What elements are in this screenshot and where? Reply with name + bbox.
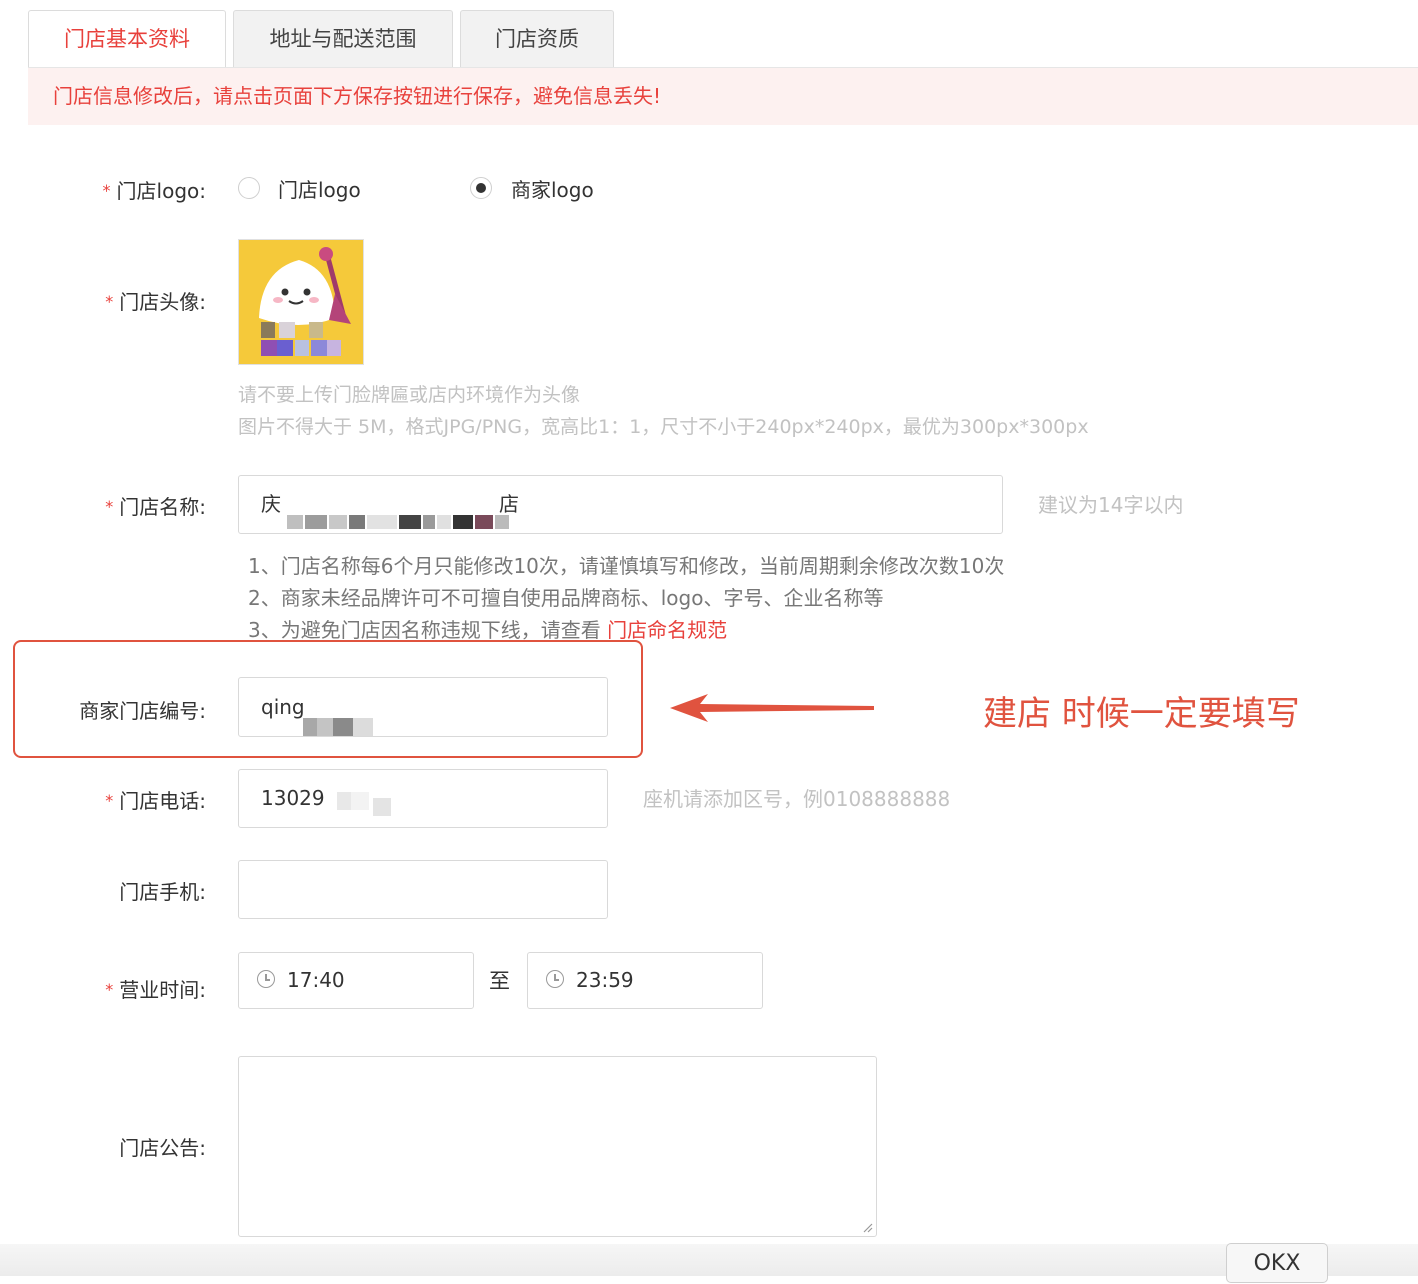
logo-label: * 门店logo: xyxy=(102,179,206,203)
announcement-label: 门店公告: xyxy=(119,1136,206,1160)
announcement-textarea[interactable] xyxy=(238,1056,877,1237)
start-time-value: 17:40 xyxy=(287,968,345,992)
store-code-label: 商家门店编号: xyxy=(79,699,206,723)
store-code-value: qing xyxy=(261,695,305,719)
avatar-hint-2: 图片不得大于 5M，格式JPG/PNG，宽高比1：1，尺寸不小于240px*24… xyxy=(238,416,1089,438)
phone-label: * 门店电话: xyxy=(105,789,206,813)
phone-hint: 座机请添加区号，例0108888888 xyxy=(643,787,951,811)
mobile-label: 门店手机: xyxy=(119,880,206,904)
name-rule-3: 3、为避免门店因名称违规下线，请查看 门店命名规范 xyxy=(248,618,728,642)
redacted-text xyxy=(333,782,433,826)
avatar-upload[interactable] xyxy=(238,239,364,365)
name-rule-2: 2、商家未经品牌许可不可擅自使用品牌商标、logo、字号、企业名称等 xyxy=(248,586,884,610)
mobile-input[interactable] xyxy=(238,860,608,919)
tab-store-basic-info[interactable]: 门店基本资料 xyxy=(28,10,226,70)
clock-icon xyxy=(546,970,564,988)
clock-icon xyxy=(257,970,275,988)
avatar-hint-1: 请不要上传门脸牌匾或店内环境作为头像 xyxy=(238,384,581,406)
store-name-value-tail: 店 xyxy=(499,492,519,516)
store-code-input[interactable]: qing xyxy=(238,677,608,737)
store-name-label: * 门店名称: xyxy=(105,495,206,519)
radio-store-logo-label[interactable]: 门店logo xyxy=(278,174,361,203)
resize-handle-icon[interactable] xyxy=(861,1221,873,1233)
redacted-text xyxy=(303,700,375,736)
end-time-value: 23:59 xyxy=(576,968,634,992)
bottom-bar xyxy=(0,1244,1418,1276)
hours-label: * 营业时间: xyxy=(105,978,206,1002)
tab-address-delivery[interactable]: 地址与配送范围 xyxy=(233,10,453,68)
start-time-picker[interactable]: 17:40 xyxy=(238,952,474,1009)
redacted-text xyxy=(287,496,523,529)
phone-value: 13029 xyxy=(261,786,325,810)
time-separator: 至 xyxy=(489,969,510,993)
radio-merchant-logo-label[interactable]: 商家logo xyxy=(511,174,594,203)
end-time-picker[interactable]: 23:59 xyxy=(527,952,763,1009)
avatar-label: * 门店头像: xyxy=(105,290,206,314)
save-notice: 门店信息修改后，请点击页面下方保存按钮进行保存，避免信息丢失! xyxy=(28,68,1418,125)
name-rule-1: 1、门店名称每6个月只能修改10次，请谨慎填写和修改，当前周期剩余修改次数10次 xyxy=(248,554,1005,578)
arrow-left-icon xyxy=(670,694,874,722)
mascot-image xyxy=(239,240,363,364)
store-name-input[interactable]: 庆 店 xyxy=(238,475,1003,534)
store-name-hint: 建议为14字以内 xyxy=(1038,493,1184,517)
naming-rules-link[interactable]: 门店命名规范 xyxy=(607,618,727,642)
radio-store-logo[interactable] xyxy=(238,177,260,199)
radio-merchant-logo[interactable] xyxy=(470,177,492,199)
ok-button[interactable]: OKX xyxy=(1226,1243,1328,1283)
phone-input[interactable]: 13029 xyxy=(238,769,608,828)
tab-store-qualification[interactable]: 门店资质 xyxy=(460,10,614,68)
annotation-text: 建店 时候一定要填写 xyxy=(983,694,1300,734)
store-name-value: 庆 xyxy=(261,492,281,516)
